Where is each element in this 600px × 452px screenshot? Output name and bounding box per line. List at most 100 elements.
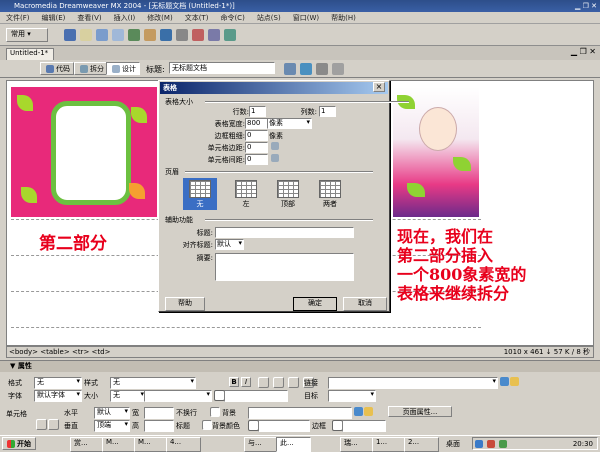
border-thickness-input[interactable]: 0 (245, 130, 268, 141)
menu-file[interactable]: 文件(F) (6, 13, 30, 23)
insert-category-dropdown[interactable]: 常用 ▾ (6, 28, 48, 42)
menu-commands[interactable]: 命令(C) (220, 13, 244, 23)
start-button[interactable]: 开始 (2, 437, 36, 450)
align-left-icon[interactable] (258, 377, 269, 388)
split-view-button[interactable]: 拆分 (74, 62, 108, 75)
window-size-info: 1010 x 461 ↓ 57 K / 8 秒 (503, 348, 590, 356)
menu-edit[interactable]: 编辑(E) (42, 13, 66, 23)
insert-icons (62, 29, 238, 41)
split-cell-icon[interactable] (48, 419, 59, 430)
cell-label: 单元格 (6, 410, 27, 418)
table-icon[interactable] (112, 29, 124, 41)
tag-chooser-icon[interactable] (224, 29, 236, 41)
right-girl-image (393, 87, 479, 217)
border-color-input[interactable] (342, 420, 386, 432)
design-view-button[interactable]: 设计 (106, 62, 140, 75)
bg-point-icon[interactable] (354, 407, 363, 416)
header-option-top[interactable]: 顶部 (271, 178, 305, 210)
part2-label: 第二部分 (39, 234, 107, 254)
cancel-button[interactable]: 取消 (343, 297, 387, 311)
volume-icon[interactable] (499, 439, 507, 448)
insert-toolbar: 常用 ▾ (0, 24, 600, 46)
comment-icon[interactable] (192, 29, 204, 41)
tag-path[interactable]: <body> <table> <tr> <td> (9, 348, 110, 356)
dialog-title-bar[interactable]: 表格 (160, 82, 388, 94)
table-width-input[interactable]: 800 (245, 118, 268, 129)
cell-width-input[interactable] (144, 407, 174, 419)
media-icon[interactable] (160, 29, 172, 41)
header-checkbox[interactable] (202, 420, 212, 430)
menu-modify[interactable]: 修改(M) (147, 13, 173, 23)
doc-title-input[interactable]: 无标题文档 (169, 62, 275, 74)
dialog-close-button[interactable]: × (373, 82, 385, 92)
align-caption-select[interactable]: 默认 (215, 239, 244, 250)
header-option-both[interactable]: 两者 (313, 178, 347, 210)
properties-panel-title[interactable]: ▼ 属性 (0, 361, 600, 372)
bold-button[interactable]: B (229, 377, 239, 387)
network-icon[interactable] (475, 439, 483, 448)
merge-cells-icon[interactable] (36, 419, 47, 430)
preview-browser-icon[interactable] (300, 63, 312, 75)
window-controls[interactable]: ▁ ❐ ✕ (575, 2, 597, 10)
image-icon[interactable] (144, 29, 156, 41)
tab-untitled-1[interactable]: Untitled-1* (6, 48, 54, 60)
header-option-none[interactable]: 无 (183, 178, 217, 210)
size-select[interactable]: 无 (110, 390, 146, 402)
page-properties-button[interactable]: 页面属性... (388, 406, 452, 417)
browse-folder-icon[interactable] (510, 377, 519, 386)
rows-input[interactable]: 1 (249, 106, 266, 117)
font-select[interactable]: 默认字体 (34, 390, 82, 402)
header-section: 页眉 (165, 168, 179, 176)
menu-view[interactable]: 查看(V) (77, 13, 101, 23)
email-link-icon[interactable] (80, 29, 92, 41)
date-icon[interactable] (176, 29, 188, 41)
format-select[interactable]: 无 (34, 377, 82, 389)
align-caption-label: 对齐标题: (182, 241, 213, 249)
ok-button[interactable]: 确定 (293, 297, 337, 311)
menu-text[interactable]: 文本(T) (185, 13, 209, 23)
width-unit-select[interactable]: 像素 (267, 118, 312, 129)
border-unit-label: 像素 (269, 132, 283, 140)
text-color-input[interactable] (224, 390, 288, 402)
menu-window[interactable]: 窗口(W) (293, 13, 319, 23)
caption-input[interactable] (215, 227, 354, 238)
align-center-icon[interactable] (273, 377, 284, 388)
cell-spacing-input[interactable]: 0 (245, 154, 268, 165)
bg-browse-icon[interactable] (364, 407, 373, 416)
desktop-toolbar-label[interactable]: 桌面 (446, 439, 460, 449)
target-select[interactable] (328, 390, 376, 402)
point-to-file-icon[interactable] (500, 377, 509, 386)
bg-image-input[interactable] (248, 407, 352, 419)
style-select[interactable]: 无 (110, 377, 196, 389)
summary-textarea[interactable] (215, 253, 354, 281)
file-management-icon[interactable] (284, 63, 296, 75)
layer-icon[interactable] (128, 29, 140, 41)
hyperlink-icon[interactable] (64, 29, 76, 41)
help-button[interactable]: 帮助 (165, 297, 205, 311)
bgcolor-input[interactable] (258, 420, 310, 432)
vertical-align-select[interactable]: 顶端 (94, 420, 130, 432)
code-view-button[interactable]: 代码 (40, 62, 74, 75)
menu-site[interactable]: 站点(S) (257, 13, 281, 23)
horizontal-align-select[interactable]: 默认 (94, 407, 130, 419)
nowrap-checkbox[interactable] (210, 407, 220, 417)
height-label: 高 (132, 422, 139, 430)
size-unit-select[interactable] (144, 390, 212, 402)
header-option-left[interactable]: 左 (229, 178, 263, 210)
anchor-icon[interactable] (96, 29, 108, 41)
target-label: 目标 (304, 392, 318, 400)
link-input[interactable] (328, 377, 498, 389)
menu-insert[interactable]: 插入(I) (114, 13, 136, 23)
doc-window-controls[interactable]: ▁ ❐ ✕ (571, 47, 596, 56)
align-right-icon[interactable] (288, 377, 299, 388)
refresh-icon[interactable] (316, 63, 328, 75)
cell-height-input[interactable] (144, 420, 174, 432)
view-options-icon[interactable] (332, 63, 344, 75)
cols-input[interactable]: 1 (319, 106, 336, 117)
template-icon[interactable] (208, 29, 220, 41)
windows-logo-icon (7, 439, 15, 448)
italic-button[interactable]: I (241, 377, 251, 387)
menu-help[interactable]: 帮助(H) (331, 13, 356, 23)
antivirus-icon[interactable] (487, 439, 495, 448)
cell-padding-input[interactable]: 0 (245, 142, 268, 153)
